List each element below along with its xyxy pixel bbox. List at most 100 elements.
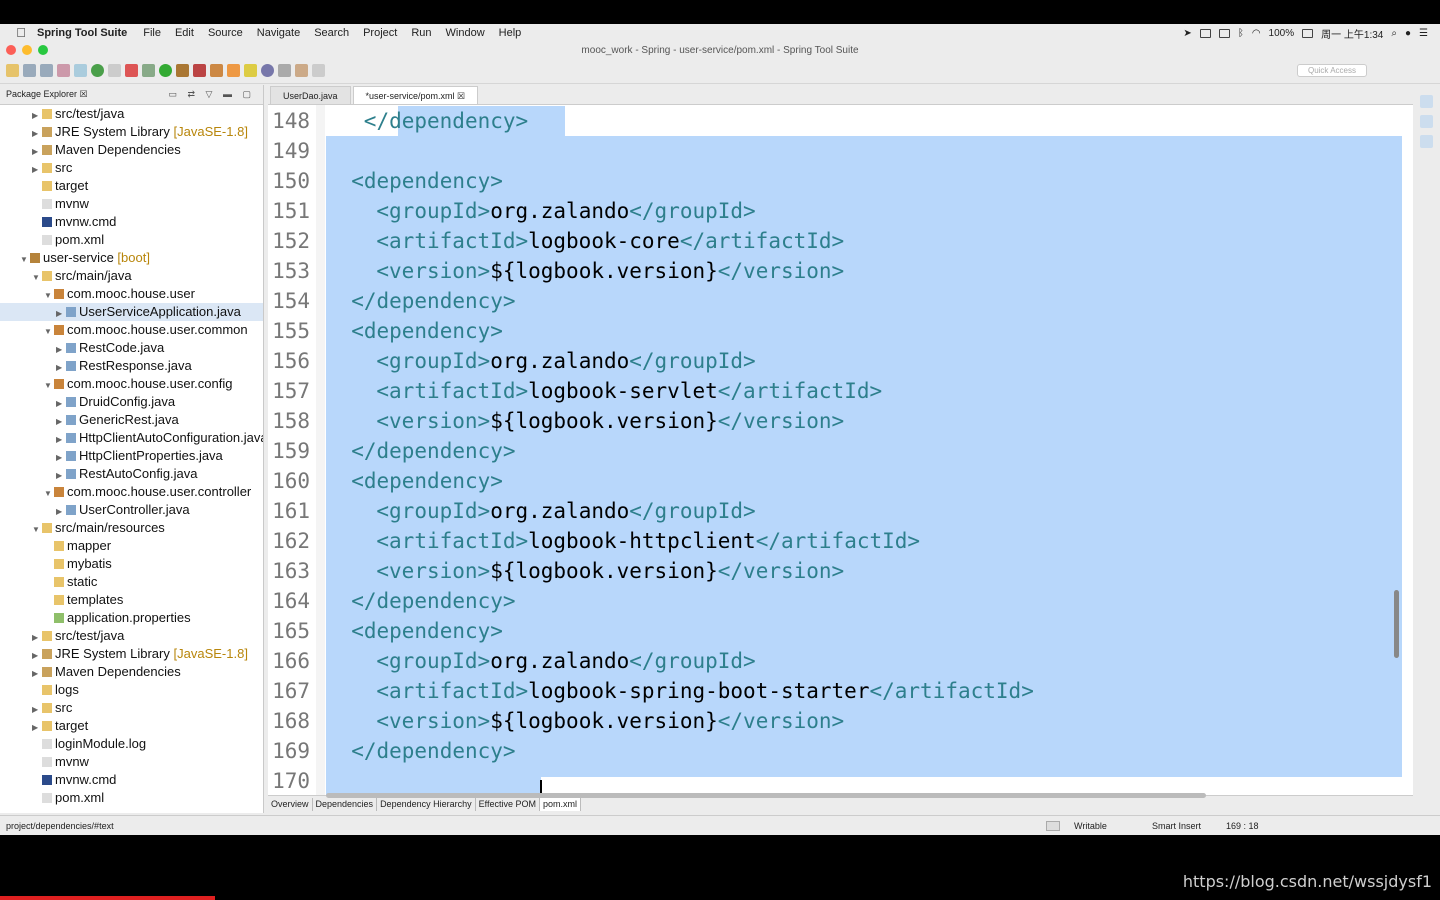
code-line[interactable]: <dependency> [326,616,503,646]
external-tools-icon[interactable] [176,64,189,77]
tree-item[interactable]: ▶ DruidConfig.java [0,393,263,411]
editor-tab[interactable]: *user-service/pom.xml ☒ [352,86,479,104]
tree-item[interactable]: ▶ src/test/java [0,105,263,123]
expand-arrow-icon[interactable]: ▶ [32,629,42,645]
clock[interactable]: 周一 上午1:34 [1321,26,1383,41]
tree-item[interactable]: ▶ JRE System Library [JavaSE-1.8] [0,645,263,663]
code-line[interactable]: <groupId>org.zalando</groupId> [326,346,755,376]
expand-arrow-icon[interactable]: ▶ [56,359,66,375]
tree-item[interactable]: pom.xml [0,231,263,249]
view-controls[interactable]: ▭ ⇄ ▽ ▬ ▢ [169,89,255,100]
expand-arrow-icon[interactable]: ▶ [56,305,66,321]
expand-arrow-icon[interactable]: ▶ [56,413,66,429]
tree-item[interactable]: static [0,573,263,591]
code-line[interactable]: <version>${logbook.version}</version> [326,256,844,286]
tree-item[interactable]: ▶ RestResponse.java [0,357,263,375]
expand-arrow-icon[interactable]: ▶ [56,467,66,483]
pom-tab[interactable]: Dependencies [313,798,378,811]
expand-arrow-icon[interactable]: ▶ [56,431,66,447]
code-line[interactable]: <dependency> [326,466,503,496]
new-package-icon[interactable] [227,64,240,77]
tree-item[interactable]: ▶ src/test/java [0,627,263,645]
expand-arrow-icon[interactable]: ▶ [32,701,42,717]
tree-item[interactable]: ▼ user-service [boot] [0,249,263,267]
menu-file[interactable]: File [143,27,161,39]
code-line[interactable]: <artifactId>logbook-core</artifactId> [326,226,844,256]
toggle-icon[interactable] [108,64,121,77]
expand-arrow-icon[interactable]: ▼ [44,377,54,393]
package-explorer-tab[interactable]: Package Explorer ☒ [6,89,88,100]
wifi-icon[interactable]: ◠ [1252,28,1261,39]
tree-item[interactable]: ▶ GenericRest.java [0,411,263,429]
code-editor[interactable]: 148 </dependency> 149 150 <dependency> 151 <gr… [268,105,1413,795]
open-type-icon[interactable] [74,64,87,77]
tree-item[interactable]: templates [0,591,263,609]
code-line[interactable]: <artifactId>logbook-spring-boot-starter<… [326,676,1033,706]
apple-icon[interactable]:  [14,26,28,40]
menu-project[interactable]: Project [363,27,397,39]
pom-tab[interactable]: Overview [268,798,313,811]
menu-source[interactable]: Source [208,27,243,39]
tree-item[interactable]: ▼ com.mooc.house.user.config [0,375,263,393]
stop-icon[interactable] [125,64,138,77]
horizontal-scrollbar[interactable] [326,793,1206,798]
expand-arrow-icon[interactable]: ▼ [44,323,54,339]
battery-icon[interactable] [1302,28,1314,38]
pom-tab[interactable]: pom.xml [539,798,581,811]
search-toolbar-icon[interactable] [244,64,257,77]
tree-item[interactable]: ▶ HttpClientProperties.java [0,447,263,465]
expand-arrow-icon[interactable]: ▶ [32,665,42,681]
expand-arrow-icon[interactable]: ▶ [32,161,42,177]
menu-search[interactable]: Search [314,27,349,39]
menu-window[interactable]: Window [446,27,485,39]
pom-tab[interactable]: Dependency Hierarchy [377,798,476,811]
code-line[interactable]: </dependency> [326,436,515,466]
pom-tab[interactable]: Effective POM [476,798,540,811]
expand-arrow-icon[interactable]: ▼ [32,269,42,285]
code-line[interactable]: </dependency> [326,106,528,136]
task-list-icon[interactable] [1420,115,1433,128]
code-line[interactable]: <groupId>org.zalando</groupId> [326,496,755,526]
tree-item[interactable]: ▶ UserServiceApplication.java [0,303,263,321]
expand-arrow-icon[interactable]: ▶ [56,449,66,465]
code-line[interactable]: <dependency> [326,166,503,196]
search-icon[interactable]: ⌕ [1391,28,1397,39]
expand-arrow-icon[interactable]: ▶ [32,647,42,663]
tree-item[interactable]: ▶ JRE System Library [JavaSE-1.8] [0,123,263,141]
code-line[interactable]: <version>${logbook.version}</version> [326,706,844,736]
app-menu[interactable]: Spring Tool Suite [37,27,127,39]
expand-arrow-icon[interactable]: ▶ [32,719,42,735]
tree-item[interactable]: ▼ com.mooc.house.user.controller [0,483,263,501]
tree-item[interactable]: ▶ src [0,699,263,717]
display-icon[interactable] [1218,28,1230,38]
window-icon[interactable] [1199,28,1211,38]
bluetooth-icon[interactable]: ᛒ [1238,28,1244,39]
globe-icon[interactable] [261,64,274,77]
expand-arrow-icon[interactable]: ▼ [20,251,30,267]
tree-item[interactable]: mvnw [0,195,263,213]
debug-icon[interactable] [142,64,155,77]
tree-item[interactable]: ▶ RestCode.java [0,339,263,357]
tree-item[interactable]: application.properties [0,609,263,627]
expand-arrow-icon[interactable]: ▶ [56,503,66,519]
code-line[interactable]: </dependency> [326,586,515,616]
tree-item[interactable]: mvnw.cmd [0,213,263,231]
expand-arrow-icon[interactable]: ▶ [56,341,66,357]
spring-explorer-icon[interactable] [1420,135,1433,148]
tree-item[interactable]: ▶ target [0,717,263,735]
tree-item[interactable]: ▼ com.mooc.house.user [0,285,263,303]
siri-icon[interactable]: ● [1405,28,1411,39]
code-line[interactable]: <version>${logbook.version}</version> [326,406,844,436]
tree-item[interactable]: ▼ src/main/resources [0,519,263,537]
code-line[interactable]: </dependency> [326,286,515,316]
tree-item[interactable]: logs [0,681,263,699]
editor-tab[interactable]: UserDao.java [270,86,351,104]
tree-item[interactable]: ▼ com.mooc.house.user.common [0,321,263,339]
outline-icon[interactable] [1420,95,1433,108]
tree-item[interactable]: ▼ src/main/java [0,267,263,285]
expand-arrow-icon[interactable]: ▶ [32,143,42,159]
forward-icon[interactable] [312,64,325,77]
send-icon[interactable]: ➤ [1183,28,1191,39]
open-folder-icon[interactable] [210,64,223,77]
tree-item[interactable]: ▶ UserController.java [0,501,263,519]
